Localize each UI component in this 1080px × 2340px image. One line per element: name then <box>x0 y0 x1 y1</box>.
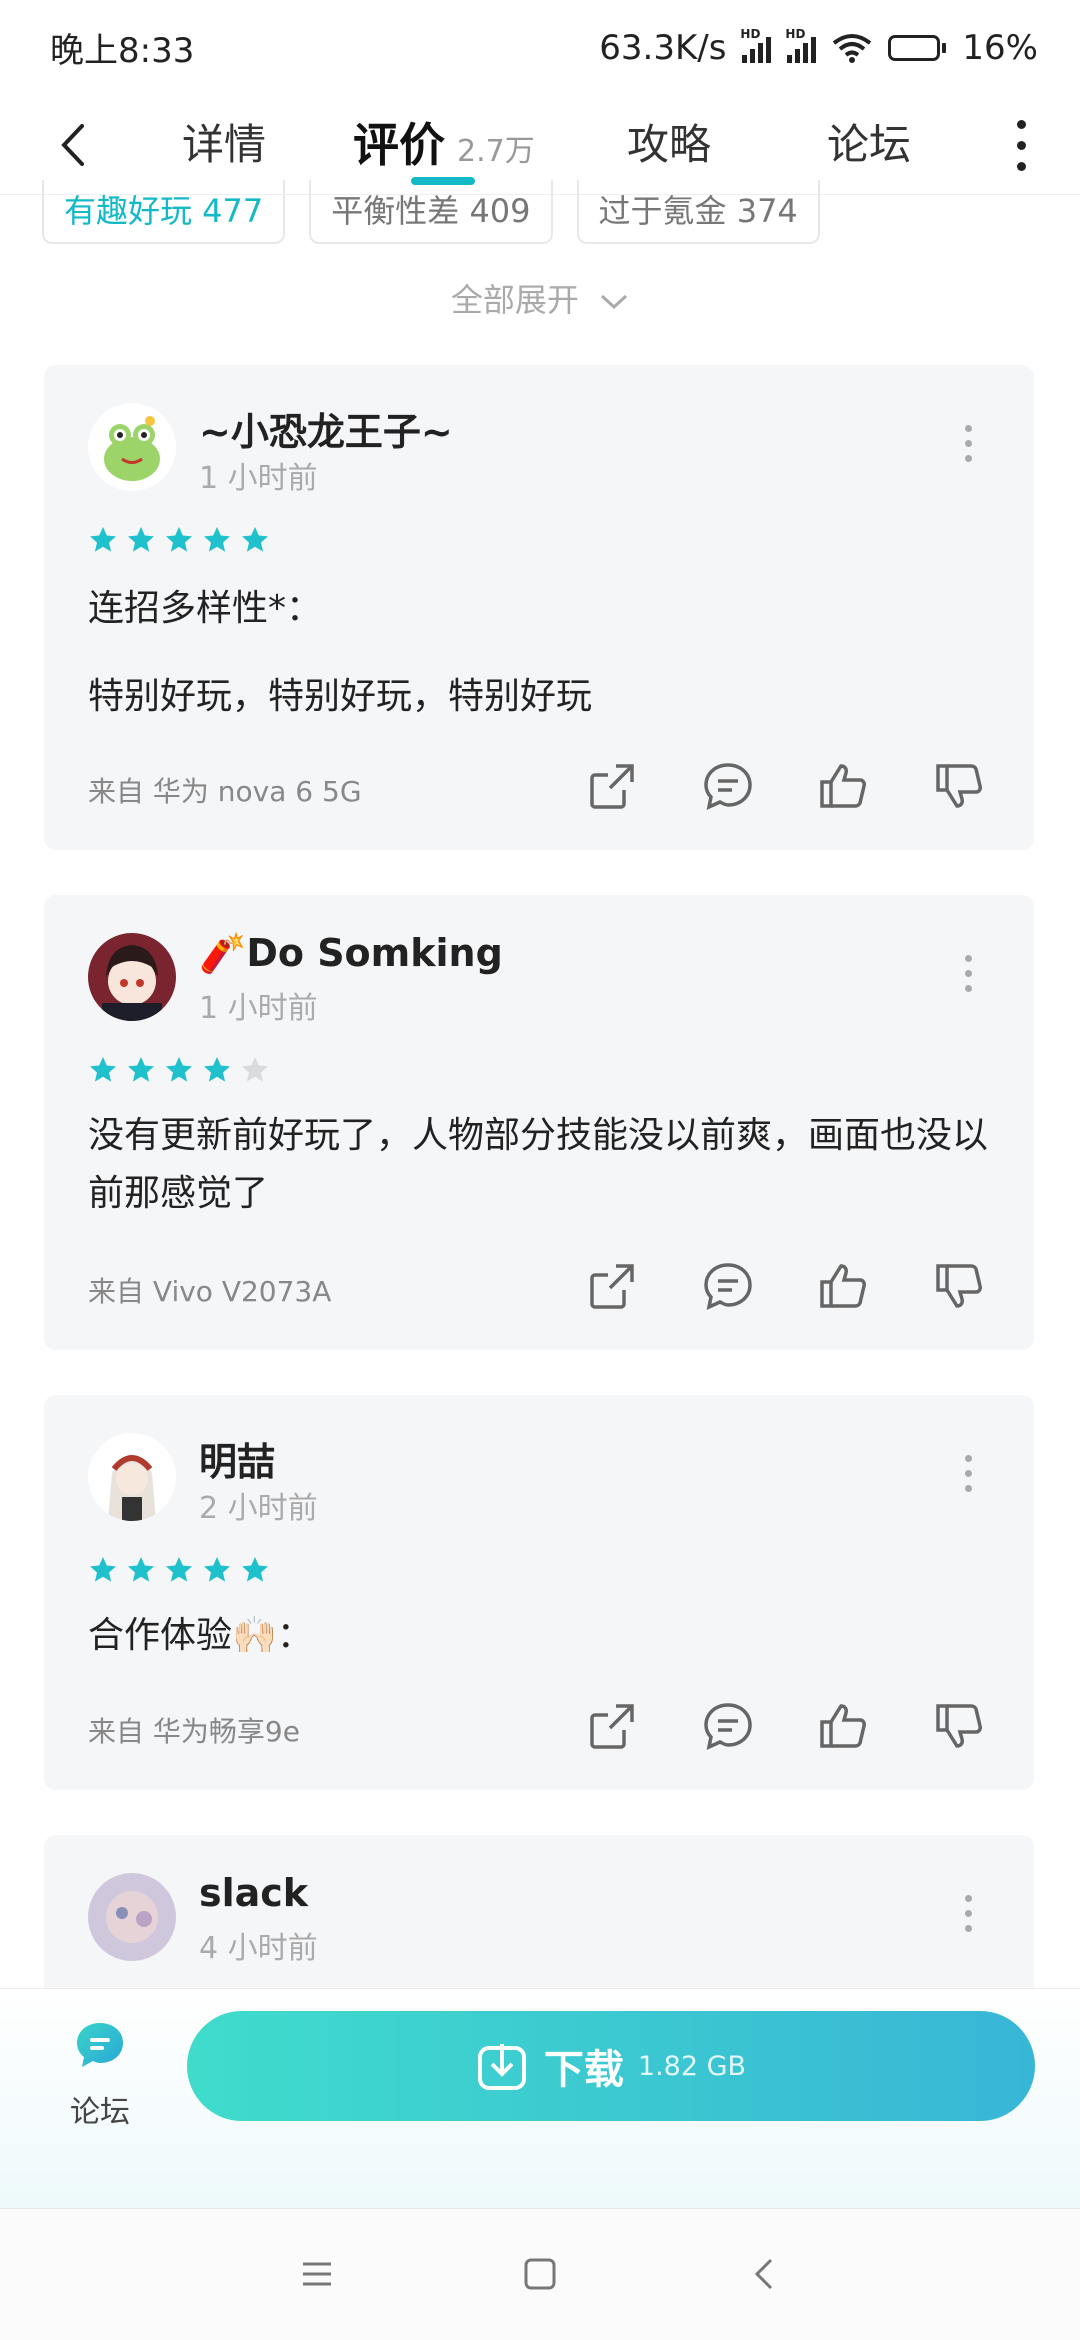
device-label: 来自 华为畅享9e <box>88 1715 300 1748</box>
star-filled-icon <box>242 1557 268 1582</box>
star-filled-icon <box>128 1557 154 1582</box>
comment-icon[interactable] <box>702 760 754 816</box>
star-filled-icon <box>166 527 192 552</box>
network-speed: 63.3K/s <box>599 27 727 68</box>
review-time: 4 小时前 <box>199 1931 318 1966</box>
star-filled-icon <box>166 1557 192 1582</box>
tag-fun[interactable]: 有趣好玩 477 <box>42 180 286 244</box>
forum-chat-icon <box>77 2023 123 2067</box>
avatar[interactable] <box>88 933 176 1021</box>
thumbs-down-icon[interactable] <box>934 1260 986 1316</box>
thumbs-down-icon[interactable] <box>934 1700 986 1756</box>
star-filled-icon <box>204 1057 230 1082</box>
avatar[interactable] <box>88 1873 176 1961</box>
star-filled-icon <box>128 1057 154 1082</box>
star-filled-icon <box>90 527 116 552</box>
review-text: 合作体验🙌🏻： <box>88 1615 313 1656</box>
more-options-icon[interactable] <box>962 425 974 462</box>
share-icon[interactable] <box>586 760 638 816</box>
star-filled-icon <box>166 1057 192 1082</box>
star-filled-icon <box>90 1557 116 1582</box>
star-filled-icon <box>90 1057 116 1082</box>
review-time: 2 小时前 <box>199 1491 318 1526</box>
review-time: 1 小时前 <box>199 991 318 1026</box>
review-card: 明喆 2 小时前 合作体验🙌🏻： 来自 华为畅享9e <box>44 1395 1034 1790</box>
back-icon[interactable] <box>745 2254 785 2294</box>
tag-pay-to-win[interactable]: 过于氪金 374 <box>576 180 820 244</box>
more-options-icon[interactable] <box>962 1455 974 1492</box>
review-actions <box>586 1260 986 1316</box>
review-card: ~小恐龙王子~ 1 小时前 连招多样性*： 特别好玩，特别好玩，特别好玩 来自 … <box>44 365 1034 850</box>
rating-stars <box>88 1055 270 1085</box>
wifi-icon <box>833 33 872 63</box>
device-label: 来自 Vivo V2073A <box>88 1275 332 1308</box>
forum-button[interactable]: 论坛 <box>60 2017 140 2131</box>
review-text: 没有更新前好玩了，人物部分技能没以前爽，画面也没以前那感觉了 <box>88 1115 989 1214</box>
star-filled-icon <box>128 527 154 552</box>
review-text: 连招多样性*： <box>88 588 323 629</box>
device-label: 来自 华为 nova 6 5G <box>88 775 362 808</box>
thumbs-up-icon[interactable] <box>818 760 870 816</box>
back-arrow-icon[interactable] <box>50 120 100 170</box>
review-text: 特别好玩，特别好玩，特别好玩 <box>88 676 593 717</box>
cell-signal-1-icon: HD <box>740 27 772 63</box>
star-filled-icon <box>204 1557 230 1582</box>
expand-all-button[interactable]: 全部展开 <box>0 275 1080 321</box>
star-empty-icon <box>242 1057 268 1082</box>
comment-icon[interactable] <box>702 1260 754 1316</box>
share-icon[interactable] <box>586 1260 638 1316</box>
status-bar: 晚上8:33 63.3K/s HD HD 16% <box>0 0 1080 95</box>
tab-guides[interactable]: 攻略 <box>627 109 711 181</box>
tab-reviews[interactable]: 评价 2.7万 <box>353 109 535 181</box>
review-tags: 有趣好玩 477 平衡性差 409 过于氪金 374 <box>42 180 820 244</box>
status-icons: 63.3K/s HD HD 16% <box>599 27 1038 68</box>
chevron-down-icon <box>601 294 628 310</box>
avatar[interactable] <box>88 1433 176 1521</box>
cell-signal-2-icon: HD <box>785 27 817 63</box>
tab-forum[interactable]: 论坛 <box>827 109 911 181</box>
download-button[interactable]: 下载 1.82 GB <box>187 2011 1035 2121</box>
username[interactable]: slack <box>199 1871 308 1915</box>
rating-stars <box>88 525 270 555</box>
battery-percent: 16% <box>962 27 1038 68</box>
star-filled-icon <box>242 527 268 552</box>
share-icon[interactable] <box>586 1700 638 1756</box>
more-options-icon[interactable] <box>1006 115 1036 175</box>
review-actions <box>586 760 986 816</box>
review-card: 🧨Do Somking 1 小时前 没有更新前好玩了，人物部分技能没以前爽，画面… <box>44 895 1034 1350</box>
tab-details[interactable]: 详情 <box>182 109 266 181</box>
menu-icon[interactable] <box>297 2254 337 2294</box>
more-options-icon[interactable] <box>962 1895 974 1932</box>
review-actions <box>586 1700 986 1756</box>
comment-icon[interactable] <box>702 1700 754 1756</box>
rating-stars <box>88 1555 270 1585</box>
bottom-action-bar: 论坛 下载 1.82 GB <box>0 1988 1080 2208</box>
status-time: 晚上8:33 <box>50 31 195 71</box>
home-icon[interactable] <box>520 2254 560 2294</box>
avatar[interactable] <box>88 403 176 491</box>
review-time: 1 小时前 <box>199 461 318 496</box>
thumbs-up-icon[interactable] <box>818 1260 870 1316</box>
thumbs-up-icon[interactable] <box>818 1700 870 1756</box>
username[interactable]: 明喆 <box>199 1431 275 1486</box>
star-filled-icon <box>204 527 230 552</box>
username[interactable]: ~小恐龙王子~ <box>199 401 453 456</box>
download-icon <box>477 2044 526 2090</box>
username[interactable]: 🧨Do Somking <box>199 931 503 976</box>
more-options-icon[interactable] <box>962 955 974 992</box>
tag-unbalanced[interactable]: 平衡性差 409 <box>309 180 553 244</box>
thumbs-down-icon[interactable] <box>934 760 986 816</box>
battery-icon <box>888 34 947 61</box>
system-nav-bar <box>0 2208 1080 2340</box>
